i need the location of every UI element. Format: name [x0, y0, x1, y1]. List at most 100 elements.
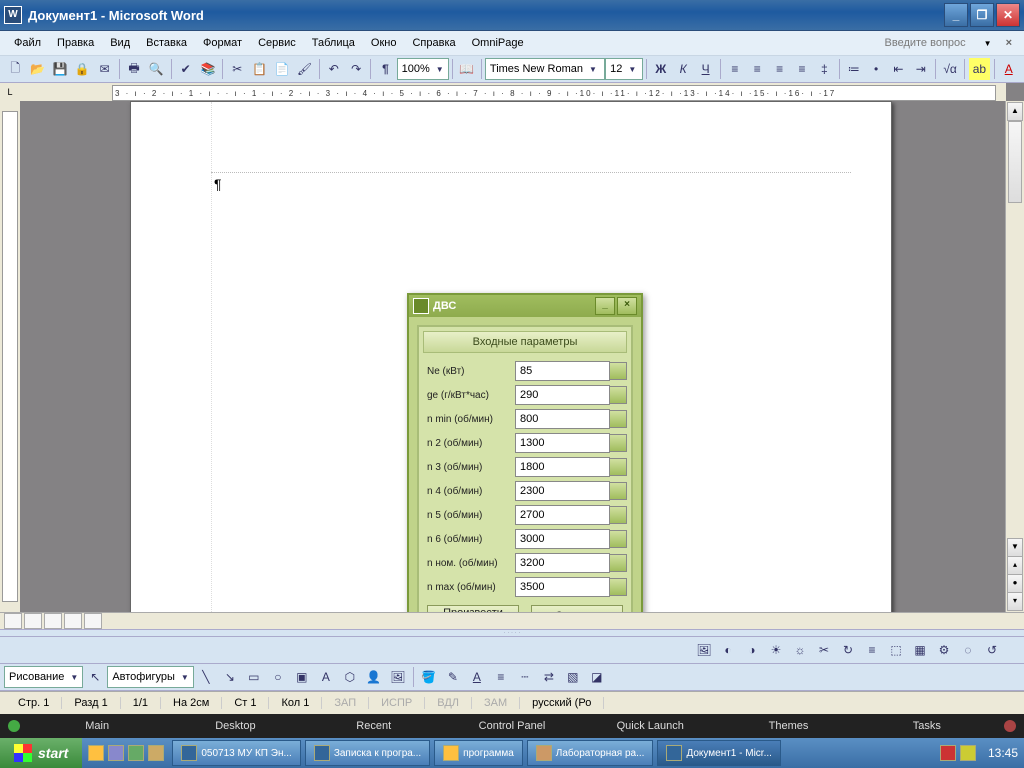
- fill-color-icon[interactable]: 🪣: [418, 666, 440, 688]
- crop-icon[interactable]: ✂: [813, 639, 835, 661]
- contrast-icon[interactable]: ◐: [717, 639, 739, 661]
- param-ellipsis-button[interactable]: [609, 362, 627, 380]
- vertical-ruler[interactable]: [0, 101, 21, 612]
- param-ellipsis-button[interactable]: [609, 386, 627, 404]
- menu-tools[interactable]: Сервис: [250, 35, 304, 51]
- cut-icon[interactable]: ✂: [227, 58, 247, 80]
- compress-icon[interactable]: ⬚: [885, 639, 907, 661]
- param-input[interactable]: 290: [515, 385, 610, 405]
- minimize-button[interactable]: _: [944, 3, 968, 27]
- new-icon[interactable]: 🗋: [5, 58, 25, 80]
- param-input[interactable]: 3000: [515, 529, 610, 549]
- highlight-icon[interactable]: ab: [969, 58, 989, 80]
- param-input[interactable]: 1300: [515, 433, 610, 453]
- open-icon[interactable]: 📂: [27, 58, 47, 80]
- scroll-down-icon[interactable]: ▼: [1007, 538, 1023, 557]
- format-pic-icon[interactable]: ⚙: [933, 639, 955, 661]
- ql-icon[interactable]: [108, 745, 124, 761]
- maximize-button[interactable]: ❐: [970, 3, 994, 27]
- numbering-icon[interactable]: ≔: [844, 58, 864, 80]
- task-button[interactable]: Лабораторная ра...: [527, 740, 654, 766]
- paragraph-mark-icon[interactable]: ¶: [375, 58, 395, 80]
- contrast-less-icon[interactable]: ◑: [741, 639, 763, 661]
- param-ellipsis-button[interactable]: [609, 410, 627, 428]
- param-ellipsis-button[interactable]: [609, 434, 627, 452]
- paste-icon[interactable]: 📄: [272, 58, 292, 80]
- rect-icon[interactable]: ▭: [243, 666, 265, 688]
- preview-icon[interactable]: 🔍: [146, 58, 166, 80]
- task-button[interactable]: Документ1 - Micr...: [657, 740, 780, 766]
- font-size-combo[interactable]: 12▼: [605, 58, 643, 80]
- font-color2-icon[interactable]: A: [466, 666, 488, 688]
- param-input[interactable]: 85: [515, 361, 610, 381]
- shell-main[interactable]: Main: [28, 720, 166, 732]
- tray-icon[interactable]: [940, 745, 956, 761]
- line-weight-icon[interactable]: ≡: [490, 666, 512, 688]
- reading-view-icon[interactable]: [84, 613, 102, 629]
- task-button[interactable]: Записка к програ...: [305, 740, 430, 766]
- calculate-button[interactable]: Произвести расчет: [427, 605, 519, 612]
- param-ellipsis-button[interactable]: [609, 554, 627, 572]
- param-ellipsis-button[interactable]: [609, 482, 627, 500]
- mail-icon[interactable]: ✉: [95, 58, 115, 80]
- picture-icon[interactable]: 🖼: [693, 639, 715, 661]
- dialog-minimize-button[interactable]: _: [595, 297, 615, 315]
- ql-icon[interactable]: [148, 745, 164, 761]
- shell-recent[interactable]: Recent: [305, 720, 443, 732]
- clipart-icon[interactable]: 👤: [363, 666, 385, 688]
- italic-icon[interactable]: К: [673, 58, 693, 80]
- menu-format[interactable]: Формат: [195, 35, 250, 51]
- doc-close-button[interactable]: ×: [1000, 37, 1018, 49]
- rotate-icon[interactable]: ↻: [837, 639, 859, 661]
- shell-quick[interactable]: Quick Launch: [581, 720, 719, 732]
- shell-dot-right-icon[interactable]: [1004, 720, 1016, 732]
- spell-icon[interactable]: ✔: [175, 58, 195, 80]
- shell-dot-left-icon[interactable]: [8, 720, 20, 732]
- close-button[interactable]: ✕: [996, 3, 1020, 27]
- dash-style-icon[interactable]: ┄: [514, 666, 536, 688]
- menu-table[interactable]: Таблица: [304, 35, 363, 51]
- bullets-icon[interactable]: •: [866, 58, 886, 80]
- copy-icon[interactable]: 📋: [250, 58, 270, 80]
- shell-tasks[interactable]: Tasks: [858, 720, 996, 732]
- arrow-style-icon[interactable]: ⇄: [538, 666, 560, 688]
- param-ellipsis-button[interactable]: [609, 506, 627, 524]
- split-handle[interactable]: · · · · ·: [0, 629, 1024, 637]
- browse-object-icon[interactable]: ●: [1007, 574, 1023, 593]
- horizontal-ruler[interactable]: 3 · ı · 2 · ı · 1 · ı · · ı · 1 · ı · 2 …: [20, 83, 1006, 102]
- shell-desktop[interactable]: Desktop: [166, 720, 304, 732]
- align-left-icon[interactable]: ≡: [725, 58, 745, 80]
- 3d-icon[interactable]: ◪: [586, 666, 608, 688]
- param-input[interactable]: 3200: [515, 553, 610, 573]
- line-icon[interactable]: ╲: [195, 666, 217, 688]
- format-painter-icon[interactable]: 🖌: [294, 58, 314, 80]
- align-right-icon[interactable]: ≡: [769, 58, 789, 80]
- redo-icon[interactable]: ↷: [346, 58, 366, 80]
- outline-view-icon[interactable]: [64, 613, 82, 629]
- insert-pic-icon[interactable]: 🖼: [387, 666, 409, 688]
- equation-icon[interactable]: √α: [940, 58, 960, 80]
- save-icon[interactable]: 💾: [50, 58, 70, 80]
- drawing-menu[interactable]: Рисование▼: [4, 666, 83, 688]
- permission-icon[interactable]: 🔒: [72, 58, 92, 80]
- ask-box[interactable]: Введите вопрос: [877, 35, 976, 51]
- shell-cpanel[interactable]: Control Panel: [443, 720, 581, 732]
- line-style-icon[interactable]: ≡: [861, 639, 883, 661]
- clock[interactable]: 13:45: [982, 746, 1024, 760]
- start-button[interactable]: start: [0, 738, 82, 768]
- indent-icon[interactable]: ⇥: [911, 58, 931, 80]
- param-input[interactable]: 1800: [515, 457, 610, 477]
- dialog-titlebar[interactable]: ДВС _ ×: [409, 295, 641, 317]
- zoom-combo[interactable]: 100%▼: [397, 58, 449, 80]
- outdent-icon[interactable]: ⇤: [888, 58, 908, 80]
- read-icon[interactable]: 📖: [457, 58, 477, 80]
- shadow-icon[interactable]: ▧: [562, 666, 584, 688]
- wrap-icon[interactable]: ▦: [909, 639, 931, 661]
- close-dialog-button[interactable]: Закрыть: [531, 605, 623, 612]
- tray-icon[interactable]: [960, 745, 976, 761]
- param-ellipsis-button[interactable]: [609, 530, 627, 548]
- menu-edit[interactable]: Правка: [49, 35, 102, 51]
- param-ellipsis-button[interactable]: [609, 458, 627, 476]
- bold-icon[interactable]: Ж: [651, 58, 671, 80]
- param-input[interactable]: 800: [515, 409, 610, 429]
